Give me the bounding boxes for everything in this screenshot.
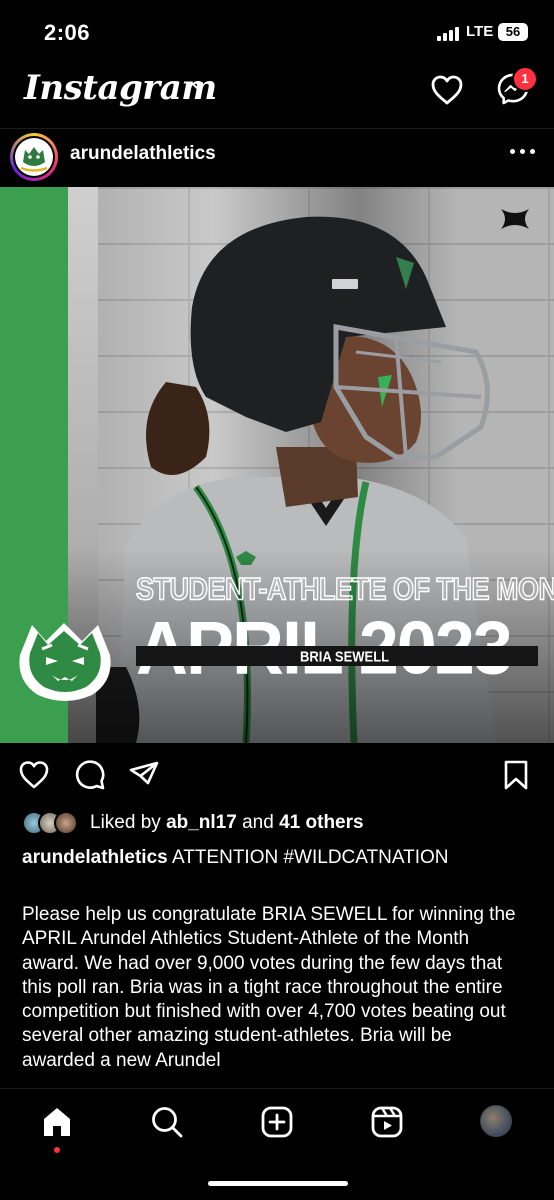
- post-header: arundelathletics: [0, 129, 554, 187]
- more-options-icon[interactable]: [510, 149, 536, 157]
- bottom-nav: [0, 1088, 554, 1200]
- heart-icon[interactable]: [18, 759, 50, 791]
- search-icon[interactable]: [150, 1105, 184, 1139]
- caption-body[interactable]: Please help us congratulate BRIA SEWELL …: [22, 903, 522, 1073]
- likes-and: and: [242, 812, 274, 833]
- wildcat-avatar-icon: [16, 139, 52, 175]
- chevron-down-icon[interactable]: [190, 78, 204, 92]
- post-username[interactable]: arundelathletics: [70, 143, 216, 165]
- messages-badge: 1: [512, 66, 538, 92]
- profile-avatar[interactable]: [480, 1105, 512, 1137]
- headline-small: STUDENT-ATHLETE OF THE MONTH: [135, 571, 554, 607]
- wildcat-logo: [19, 623, 111, 701]
- home-indicator: [208, 1181, 348, 1186]
- home-notification-dot: [54, 1147, 60, 1153]
- reels-icon[interactable]: [370, 1105, 404, 1139]
- instagram-logo[interactable]: Instagram: [24, 68, 217, 108]
- likes-prefix: Liked by: [90, 812, 161, 833]
- likes-others[interactable]: 41 others: [279, 812, 363, 833]
- athlete-name: BRIA SEWELL: [300, 648, 390, 665]
- network-type: LTE: [466, 23, 494, 40]
- caption-head: arundelathletics ATTENTION #WILDCATNATIO…: [22, 847, 449, 869]
- liker-username[interactable]: ab_nl17: [166, 812, 237, 833]
- signal-icon: [437, 27, 461, 41]
- status-time: 2:06: [44, 20, 91, 45]
- post-actions: [0, 743, 554, 807]
- post-image[interactable]: STUDENT-ATHLETE OF THE MONTH APRIL 2023 …: [0, 187, 554, 743]
- story-ring[interactable]: [10, 133, 58, 181]
- share-icon[interactable]: [128, 759, 160, 791]
- comment-icon[interactable]: [74, 759, 106, 791]
- home-icon[interactable]: [40, 1105, 74, 1139]
- caption-username[interactable]: arundelathletics: [22, 847, 168, 868]
- liker-avatars: [22, 811, 82, 835]
- likes-row[interactable]: Liked by ab_nl17 and 41 others: [0, 808, 554, 838]
- battery-icon: 56: [498, 23, 528, 41]
- app-header: Instagram: [0, 62, 554, 122]
- under-armour-logo: [501, 209, 529, 229]
- liker-avatar: [54, 811, 78, 835]
- likes-text: Liked by ab_nl17 and 41 others: [90, 812, 364, 834]
- heart-icon[interactable]: [430, 74, 464, 106]
- bookmark-icon[interactable]: [500, 759, 532, 791]
- caption-headline: ATTENTION #WILDCATNATION: [171, 847, 449, 868]
- status-bar: 2:06 LTE 56: [0, 0, 554, 62]
- create-icon[interactable]: [260, 1105, 294, 1139]
- avatar: [15, 138, 53, 176]
